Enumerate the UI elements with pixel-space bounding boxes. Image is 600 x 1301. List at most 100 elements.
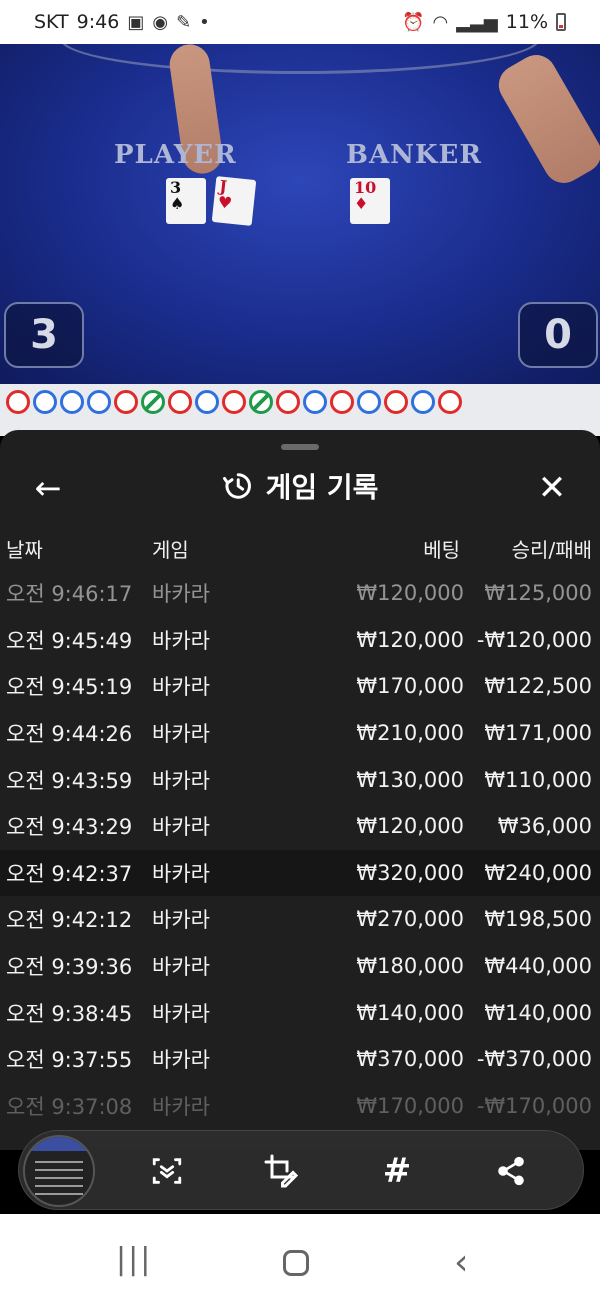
history-row[interactable]: 오전 9:37:08 바카라 ₩170,000 -₩170,000 [0, 1083, 600, 1130]
row-result: ₩240,000 [484, 860, 592, 885]
scroll-capture-icon[interactable] [147, 1151, 187, 1191]
status-right: ⏰ ◠ ▂▃▅ 11% [402, 11, 566, 33]
close-icon[interactable]: ✕ [532, 468, 572, 508]
game-video[interactable]: PLAYER BANKER 3 ♠ J ♥ 10 ♦ 3 0 [0, 44, 600, 384]
row-game: 바카라 [152, 861, 210, 886]
history-row[interactable]: 오전 9:44:26 바카라 ₩210,000 ₩171,000 [0, 710, 600, 757]
status-bar: SKT 9:46 ▣ ◉ ✎ • ⏰ ◠ ▂▃▅ 11% [0, 0, 600, 44]
pen-icon: ✎ [176, 11, 192, 33]
col-header-result: 승리/패배 [511, 538, 592, 562]
avatar-icon: ◉ [152, 11, 169, 33]
banker-score: 0 [518, 302, 598, 368]
row-date: 오전 9:37:08 [6, 1094, 133, 1119]
back-chevron-icon[interactable]: ‹ [454, 1242, 468, 1283]
row-game: 바카라 [152, 815, 210, 840]
battery-icon [556, 13, 566, 31]
row-result: ₩171,000 [484, 721, 592, 746]
thumb-header [25, 1137, 93, 1151]
screenshot-thumbnail[interactable] [23, 1135, 95, 1207]
row-bet: ₩120,000 [356, 581, 464, 606]
row-game: 바카라 [152, 722, 210, 747]
row-result: ₩110,000 [484, 767, 592, 792]
crop-edit-icon[interactable] [261, 1151, 301, 1191]
row-bet: ₩170,000 [356, 1093, 464, 1118]
row-bet: ₩170,000 [356, 674, 464, 699]
row-game: 바카라 [152, 908, 210, 933]
row-bet: ₩320,000 [356, 860, 464, 885]
row-date: 오전 9:42:12 [6, 908, 133, 933]
road-bead [249, 390, 273, 414]
road-bead [303, 390, 327, 414]
row-result: -₩370,000 [476, 1047, 592, 1072]
row-date: 오전 9:46:17 [6, 582, 133, 607]
row-result: ₩198,500 [484, 907, 592, 932]
road-bead [384, 390, 408, 414]
home-icon[interactable] [283, 1250, 309, 1276]
row-date: 오전 9:38:45 [6, 1001, 133, 1026]
row-result: ₩122,500 [484, 674, 592, 699]
history-row[interactable]: 오전 9:38:45 바카라 ₩140,000 ₩140,000 [0, 989, 600, 1036]
thumb-line [35, 1169, 83, 1171]
road-bead [33, 390, 57, 414]
alarm-icon: ⏰ [402, 11, 425, 33]
row-date: 오전 9:39:36 [6, 955, 133, 980]
row-bet: ₩120,000 [356, 814, 464, 839]
history-list[interactable]: 오전 9:46:17 바카라 ₩120,000 ₩125,000 오전 9:45:49 바… [0, 570, 600, 1129]
road-bead [168, 390, 192, 414]
row-bet: ₩180,000 [356, 954, 464, 979]
drag-handle[interactable] [281, 444, 319, 450]
row-game: 바카라 [152, 675, 210, 700]
history-row[interactable]: 오전 9:43:29 바카라 ₩120,000 ₩36,000 [0, 803, 600, 850]
row-result: ₩140,000 [484, 1000, 592, 1025]
player-card-2: J ♥ [211, 176, 257, 226]
col-header-game: 게임 [152, 538, 189, 562]
history-row[interactable]: 오전 9:37:55 바카라 ₩370,000 -₩370,000 [0, 1036, 600, 1083]
road-bead [357, 390, 381, 414]
row-bet: ₩140,000 [356, 1000, 464, 1025]
banker-card-1: 10 ♦ [350, 178, 390, 224]
row-date: 오전 9:45:19 [6, 675, 133, 700]
recent-apps-icon[interactable]: ||| [116, 1242, 152, 1277]
history-row[interactable]: 오전 9:42:12 바카라 ₩270,000 ₩198,500 [0, 896, 600, 943]
history-row[interactable]: 오전 9:42:37 바카라 ₩320,000 ₩240,000 [0, 849, 600, 897]
road-bead [114, 390, 138, 414]
battery-percent: 11% [505, 11, 548, 33]
row-bet: ₩130,000 [356, 767, 464, 792]
row-game: 바카라 [152, 1094, 210, 1119]
row-date: 오전 9:42:37 [6, 861, 133, 886]
player-score: 3 [4, 302, 84, 368]
status-left: SKT 9:46 ▣ ◉ ✎ • [34, 11, 210, 33]
thumb-line [35, 1177, 83, 1179]
banker-label: BANKER [346, 140, 482, 170]
dealer-hand-right [491, 47, 600, 191]
carrier-label: SKT [34, 11, 69, 33]
hashtag-icon[interactable]: # [377, 1151, 417, 1191]
road-map[interactable] [0, 384, 600, 436]
gallery-icon: ▣ [127, 11, 145, 33]
history-row[interactable]: 오전 9:46:17 바카라 ₩120,000 ₩125,000 [0, 570, 600, 617]
history-row[interactable]: 오전 9:39:36 바카라 ₩180,000 ₩440,000 [0, 943, 600, 990]
dot-icon: • [199, 11, 210, 33]
history-icon [222, 473, 251, 499]
row-date: 오전 9:43:59 [6, 768, 133, 793]
row-bet: ₩210,000 [356, 721, 464, 746]
road-bead [438, 390, 462, 414]
road-bead [222, 390, 246, 414]
game-history-sheet: ← 게임 기록 ✕ 날짜 게임 베팅 승리/패배 오전 9:46:17 바카라 ₩1… [0, 430, 600, 1150]
row-game: 바카라 [152, 1048, 210, 1073]
history-row[interactable]: 오전 9:45:49 바카라 ₩120,000 -₩120,000 [0, 617, 600, 664]
navigation-bar: ||| ‹ [0, 1214, 600, 1301]
card-suit: ♦ [354, 194, 369, 213]
wifi-icon: ◠ [432, 11, 449, 33]
road-bead [330, 390, 354, 414]
bead-grid [6, 390, 462, 414]
road-bead [411, 390, 435, 414]
history-row[interactable]: 오전 9:45:19 바카라 ₩170,000 ₩122,500 [0, 663, 600, 710]
row-result: ₩440,000 [484, 954, 592, 979]
road-bead [195, 390, 219, 414]
share-icon[interactable] [491, 1151, 531, 1191]
history-row[interactable]: 오전 9:43:59 바카라 ₩130,000 ₩110,000 [0, 756, 600, 803]
row-result: -₩170,000 [476, 1093, 592, 1118]
road-bead [87, 390, 111, 414]
road-bead [6, 390, 30, 414]
